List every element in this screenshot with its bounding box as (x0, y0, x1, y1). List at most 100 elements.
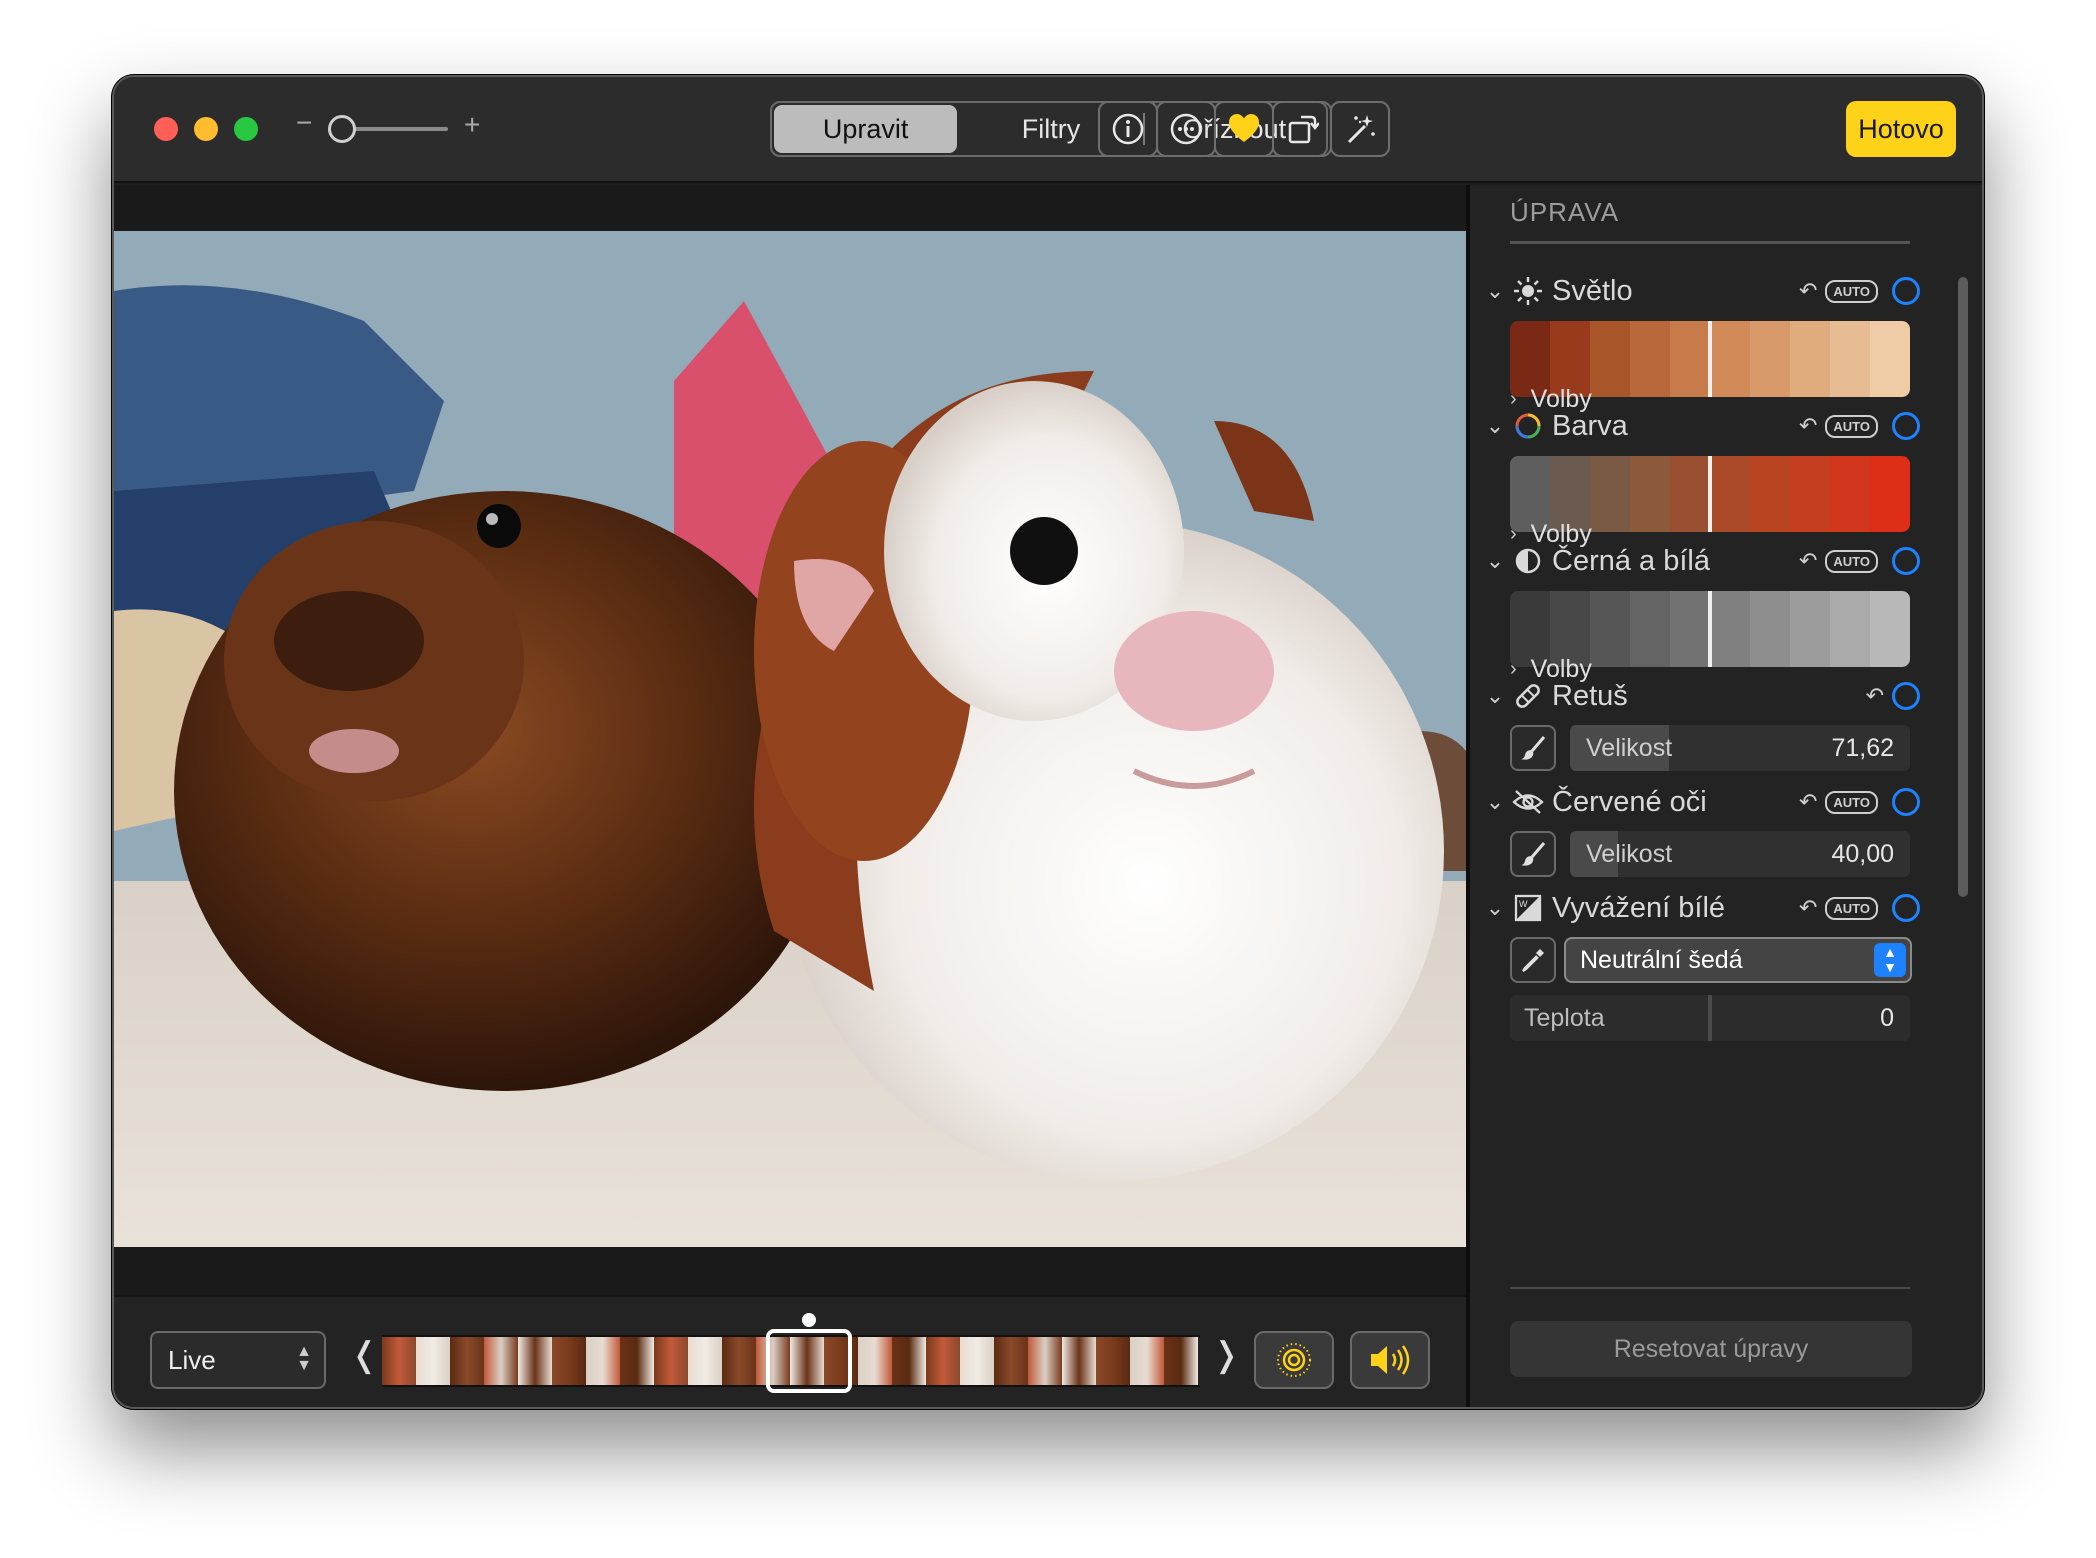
tab-upravit[interactable]: Upravit (774, 105, 958, 153)
video-frame-thumbnail (926, 1337, 960, 1385)
enable-toggle[interactable] (1892, 788, 1920, 816)
section-bw-header[interactable]: ⌄ Černá a bílá ↶ AUTO (1480, 541, 1920, 581)
auto-button[interactable]: AUTO (1825, 896, 1878, 920)
chevron-down-icon[interactable]: ⌄ (1480, 548, 1510, 574)
chevron-down-icon[interactable]: ⌄ (1480, 895, 1510, 921)
video-frame-thumbnail (858, 1337, 892, 1385)
select-arrows-icon: ▲ ▼ (296, 1343, 312, 1374)
photo-canvas (114, 185, 1466, 1295)
chevron-down-icon[interactable]: ⌄ (1480, 278, 1510, 304)
undo-icon[interactable]: ↶ (1799, 895, 1817, 921)
live-mode-value: Live (168, 1344, 216, 1375)
minimize-window-button[interactable] (194, 117, 218, 141)
redeye-size-label: Velikost (1586, 840, 1673, 868)
video-frame-thumbnail (892, 1337, 926, 1385)
auto-button[interactable]: AUTO (1825, 414, 1878, 438)
live-mode-select[interactable]: Live ▲ ▼ (150, 1331, 326, 1389)
white-balance-mode-value: Neutrální šedá (1580, 945, 1743, 974)
enable-toggle[interactable] (1892, 682, 1920, 710)
close-window-button[interactable] (154, 117, 178, 141)
video-frame-thumbnail (416, 1337, 450, 1385)
reset-adjustments-button[interactable]: Resetovat úpravy (1510, 1321, 1912, 1377)
undo-icon[interactable]: ↶ (1799, 278, 1817, 304)
zoom-slider-knob[interactable] (327, 115, 356, 143)
auto-button[interactable]: AUTO (1825, 790, 1878, 814)
done-button[interactable]: Hotovo (1846, 101, 1956, 157)
retouch-brush-button[interactable] (1510, 725, 1556, 771)
chevron-down-icon[interactable]: ⌄ (1480, 789, 1510, 815)
undo-icon[interactable]: ↶ (1799, 789, 1817, 815)
undo-icon[interactable]: ↶ (1799, 548, 1817, 574)
panel-bottom-divider (1510, 1287, 1910, 1289)
panel-scrollbar[interactable] (1958, 277, 1968, 897)
heart-icon (1229, 114, 1259, 142)
section-color-label: Barva (1552, 409, 1628, 442)
sun-icon (1510, 276, 1546, 306)
redeye-brush-button[interactable] (1510, 831, 1556, 877)
enable-toggle[interactable] (1892, 277, 1920, 305)
more-icon (1170, 113, 1202, 145)
chevron-down-icon[interactable]: ⌄ (1480, 413, 1510, 439)
brush-icon (1521, 842, 1546, 866)
auto-button[interactable]: AUTO (1825, 549, 1878, 573)
temperature-value: 0 (1880, 1004, 1894, 1032)
video-frame-thumbnail (688, 1337, 722, 1385)
info-button[interactable] (1098, 101, 1158, 157)
retouch-size-slider[interactable]: Velikost 71,62 (1570, 725, 1910, 771)
eye-slash-icon (1510, 787, 1546, 817)
eyedropper-button[interactable] (1510, 937, 1556, 983)
select-stepper-icon: ▲ ▼ (1874, 943, 1906, 977)
undo-icon[interactable]: ↶ (1799, 413, 1817, 439)
key-frame-selector[interactable] (766, 1329, 852, 1393)
video-frame-thumbnail (620, 1337, 654, 1385)
rotate-button[interactable] (1272, 101, 1332, 157)
section-white-balance-header[interactable]: ⌄ W Vyvážení bílé ↶ AUTO (1480, 888, 1920, 928)
bandage-icon (1510, 681, 1546, 711)
bw-slider-marker[interactable] (1708, 591, 1712, 667)
auto-button[interactable]: AUTO (1825, 279, 1878, 303)
key-photo-dot (802, 1313, 816, 1327)
temperature-center-tick (1708, 995, 1712, 1041)
panel-title: ÚPRAVA (1510, 197, 1620, 227)
half-circle-icon (1510, 546, 1546, 576)
section-redeye-header[interactable]: ⌄ Červené oči ↶ AUTO (1480, 782, 1920, 822)
enable-toggle[interactable] (1892, 547, 1920, 575)
color-ring-icon (1510, 411, 1546, 441)
retouch-size-value: 71,62 (1831, 734, 1894, 762)
video-frame-thumbnail (586, 1337, 620, 1385)
white-balance-icon: W (1510, 893, 1546, 923)
undo-icon[interactable]: ↶ (1866, 683, 1884, 709)
brush-icon (1521, 736, 1546, 760)
sound-toggle-button[interactable] (1350, 1331, 1430, 1389)
section-retouch-label: Retuš (1552, 679, 1628, 712)
enable-toggle[interactable] (1892, 412, 1920, 440)
more-button[interactable] (1156, 101, 1216, 157)
light-slider-marker[interactable] (1708, 321, 1712, 397)
fullscreen-window-button[interactable] (234, 117, 258, 141)
retouch-size-label: Velikost (1586, 734, 1673, 762)
strip-right-handle[interactable]: ❭ (1212, 1335, 1241, 1375)
svg-text:W: W (1519, 899, 1528, 909)
color-slider-marker[interactable] (1708, 456, 1712, 532)
live-toggle-button[interactable] (1254, 1331, 1334, 1389)
chevron-down-icon[interactable]: ⌄ (1480, 683, 1510, 709)
adjust-panel: ÚPRAVA ⌄ Světlo ↶ AUTO › Volby ⌄ Barva ↶… (1466, 185, 1982, 1407)
video-frame-thumbnail (518, 1337, 552, 1385)
video-frame-thumbnail (960, 1337, 994, 1385)
section-bw-label: Černá a bílá (1552, 544, 1710, 577)
video-frame-thumbnail (1096, 1337, 1130, 1385)
video-frame-thumbnail (1164, 1337, 1198, 1385)
video-frame-thumbnail (1062, 1337, 1096, 1385)
guinea-pigs-photo[interactable] (114, 231, 1466, 1247)
favorite-button[interactable] (1214, 101, 1274, 157)
video-frame-thumbnail (552, 1337, 586, 1385)
auto-enhance-button[interactable] (1330, 101, 1390, 157)
enable-toggle[interactable] (1892, 894, 1920, 922)
white-balance-mode-select[interactable]: Neutrální šedá ▲ ▼ (1564, 937, 1912, 983)
strip-left-handle[interactable]: ❬ (350, 1335, 379, 1375)
section-retouch-header[interactable]: ⌄ Retuš ↶ (1480, 676, 1920, 716)
temperature-slider[interactable]: Teplota 0 (1510, 995, 1910, 1041)
section-light-header[interactable]: ⌄ Světlo ↶ AUTO (1480, 271, 1920, 311)
redeye-size-slider[interactable]: Velikost 40,00 (1570, 831, 1910, 877)
section-color-header[interactable]: ⌄ Barva ↶ AUTO (1480, 406, 1920, 446)
